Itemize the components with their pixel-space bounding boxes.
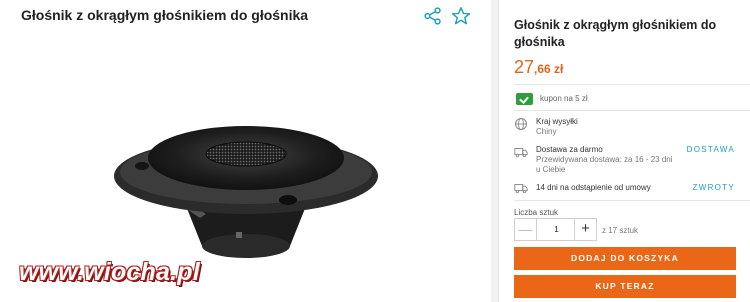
quantity-stepper: — + — [514, 218, 597, 241]
divider — [514, 84, 750, 85]
coupon-check-icon — [516, 93, 533, 105]
ship-country-value: Chiny — [536, 127, 557, 136]
star-outline-icon[interactable] — [450, 5, 472, 27]
truck-icon — [514, 148, 528, 158]
delivery-link[interactable]: DOSTAWA — [687, 145, 735, 154]
delivery-estimate-suffix: u Ciebie — [536, 165, 566, 174]
price-integer: 27 — [514, 57, 535, 77]
quantity-label: Liczba sztuk — [514, 208, 559, 217]
product-page: Głośnik z okrągłym głośnikiem do głośnik… — [0, 0, 750, 302]
price-decimal: ,66 zł — [534, 62, 564, 76]
return-truck-icon — [514, 184, 528, 194]
quantity-input[interactable] — [537, 219, 576, 240]
buy-now-button[interactable]: KUP TERAZ — [514, 275, 736, 298]
quantity-increase-button[interactable]: + — [574, 219, 596, 240]
speaker-product-image[interactable] — [110, 118, 382, 268]
divider — [514, 200, 750, 201]
product-title: Głośnik z okrągłym głośnikiem do głośnik… — [21, 7, 309, 23]
divider — [514, 110, 750, 111]
product-gallery-card: Głośnik z okrągłym głośnikiem do głośnik… — [0, 0, 491, 302]
delivery-estimate: Przewidywana dostawa: za 16 - 23 dni — [536, 155, 673, 164]
buy-box: Głośnik z okrągłym głośnikiem do głośnik… — [498, 0, 750, 302]
share-icon[interactable] — [422, 5, 444, 27]
add-to-cart-button[interactable]: DODAJ DO KOSZYKA — [514, 247, 736, 270]
returns-link[interactable]: ZWROTY — [693, 183, 735, 192]
watermark-logo: www.wiocha.pl — [19, 258, 200, 286]
returns-text: 14 dni na odstąpienie od umowy — [536, 183, 651, 192]
price: 27,66 zł — [514, 57, 563, 78]
quantity-stock: z 17 sztuk — [602, 226, 639, 235]
coupon-text: kupon na 5 zł — [540, 94, 588, 103]
globe-icon — [514, 117, 528, 131]
buy-box-title: Głośnik z okrągłym głośnikiem do głośnik… — [514, 18, 717, 49]
ship-country-label: Kraj wysyłki — [536, 117, 578, 126]
delivery-title: Dostawa za darmo — [536, 145, 603, 154]
quantity-decrease-button[interactable]: — — [515, 219, 537, 240]
